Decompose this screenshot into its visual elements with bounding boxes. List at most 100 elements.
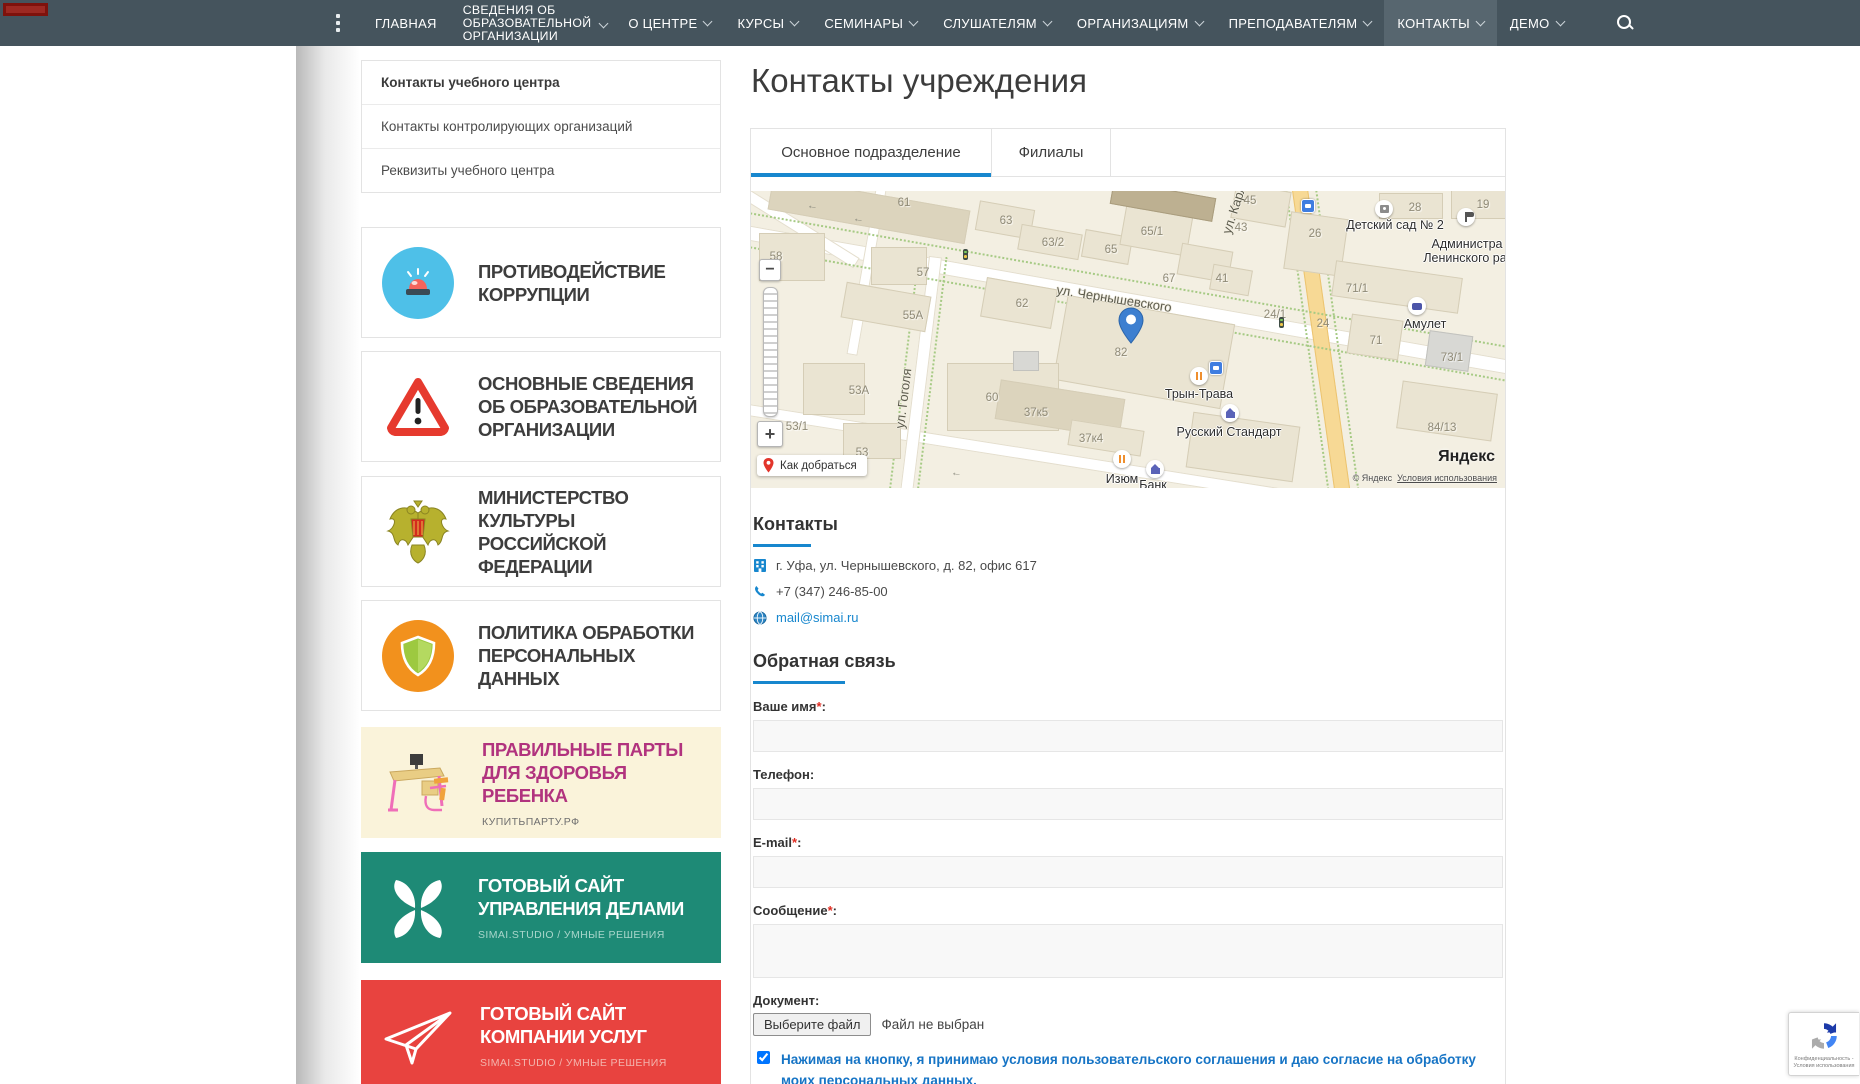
nav-item-demo[interactable]: ДЕМО — [1497, 0, 1577, 46]
page-title: Контакты учреждения — [751, 62, 1087, 100]
map-building-number: 53A — [849, 385, 869, 397]
siren-icon — [382, 247, 454, 319]
sidebar: Контакты учебного центра Контакты контро… — [361, 60, 721, 1084]
phone-input[interactable] — [753, 788, 1503, 820]
choose-file-button[interactable]: Выберите файл — [753, 1013, 871, 1036]
page: ГЛАВНАЯ СВЕДЕНИЯ ОБ ОБРАЗОВАТЕЛЬНОЙ ОРГА… — [0, 0, 1860, 1084]
globe-icon — [753, 611, 767, 625]
nav-item-svedeniya[interactable]: СВЕДЕНИЯ ОБ ОБРАЗОВАТЕЛЬНОЙ ОРГАНИЗАЦИИ — [450, 0, 616, 46]
nav-items: ГЛАВНАЯ СВЕДЕНИЯ ОБ ОБРАЗОВАТЕЛЬНОЙ ОРГА… — [362, 0, 1577, 46]
map-building-number: 55A — [903, 310, 923, 322]
kebab-menu-icon[interactable] — [336, 14, 340, 32]
name-label: Ваше имя*: — [753, 699, 1503, 714]
yandex-logo[interactable]: Яндекс — [1438, 448, 1495, 466]
map-building-number: 57 — [917, 267, 930, 279]
tab-main-division[interactable]: Основное подразделение — [751, 129, 992, 176]
restaurant-icon — [1190, 367, 1208, 385]
red-pin-icon — [763, 458, 774, 473]
map-building-number: 41 — [1216, 273, 1229, 285]
content-box: Основное подразделение Филиалы — [750, 128, 1506, 1084]
restaurant-icon — [1113, 450, 1131, 468]
document-label: Документ: — [753, 993, 1503, 1008]
desk-illustration — [382, 747, 458, 819]
map-building — [843, 423, 901, 459]
map-building — [1425, 330, 1474, 372]
transit-stop-icon — [1301, 199, 1315, 213]
oneway-arrow: ← — [806, 199, 819, 213]
transit-stop-icon — [1209, 361, 1223, 375]
banner-basic-info[interactable]: ОСНОВНЫЕ СВЕДЕНИЯ ОБ ОБРАЗОВАТЕЛЬНОЙ ОРГ… — [361, 351, 721, 462]
chevron-down-icon — [1363, 17, 1373, 27]
email-link[interactable]: mail@simai.ru — [776, 610, 859, 625]
terms-link[interactable]: Условия использования — [1397, 473, 1497, 483]
map-building-number: 37к4 — [1079, 433, 1103, 445]
map-building-number: 62 — [1016, 298, 1029, 310]
name-input[interactable] — [753, 720, 1503, 752]
directions-button[interactable]: Как добраться — [757, 455, 867, 476]
chevron-down-icon — [790, 17, 800, 27]
map-attribution: © Яндекс Условия использования — [1353, 473, 1497, 483]
phone-row: +7 (347) 246-85-00 — [753, 584, 1503, 599]
shield-icon — [382, 620, 454, 692]
nav-item-prepodavatelyam[interactable]: ПРЕПОДАВАТЕЛЯМ — [1216, 0, 1385, 46]
zoom-slider[interactable] — [763, 287, 778, 417]
email-row: mail@simai.ru — [753, 610, 1503, 625]
sidebar-item-requisites[interactable]: Реквизиты учебного центра — [362, 149, 720, 192]
nav-item-kontakty[interactable]: КОНТАКТЫ — [1384, 0, 1497, 46]
nav-item-organizaciyam[interactable]: ОРГАНИЗАЦИЯМ — [1064, 0, 1216, 46]
recaptcha-badge[interactable]: Конфиденциальность - Условия использован… — [1788, 1012, 1859, 1076]
sidebar-menu: Контакты учебного центра Контакты контро… — [361, 60, 721, 193]
paper-plane-icon — [382, 1000, 456, 1072]
address-row: г. Уфа, ул. Чернышевского, д. 82, офис 6… — [753, 558, 1503, 573]
chevron-down-icon — [599, 19, 609, 29]
poi-label: Амулет — [1404, 317, 1447, 331]
nav-item-kursy[interactable]: КУРСЫ — [724, 0, 811, 46]
map-building-number: 67 — [1163, 273, 1176, 285]
oneway-arrow: ← — [852, 212, 865, 226]
map-building-number: 71 — [1370, 335, 1383, 347]
poi-label: Банк — [1139, 478, 1167, 488]
kindergarten-icon — [1375, 200, 1393, 218]
heading-underline — [753, 681, 845, 684]
poi-label: Русский Стандарт — [1177, 425, 1282, 439]
map-building-number: 45 — [1244, 195, 1257, 207]
chevron-down-icon — [703, 17, 713, 27]
map-building-number: 63 — [1000, 215, 1013, 227]
heading-underline — [753, 544, 811, 547]
banner-site-affairs[interactable]: ГОТОВЫЙ САЙТ УПРАВЛЕНИЯ ДЕЛАМИ SIMAI.STU… — [361, 852, 721, 963]
banner-anticorruption[interactable]: ПРОТИВОДЕЙСТВИЕ КОРРУПЦИИ — [361, 227, 721, 338]
tab-branches[interactable]: Филиалы — [992, 129, 1111, 176]
page-left-shadow — [296, 46, 360, 1084]
yandex-map[interactable]: ул. Чернышевского ул. Гоголя ул. Карла М… — [751, 191, 1505, 488]
sidebar-item-contacts-center[interactable]: Контакты учебного центра — [362, 61, 720, 105]
nav-item-slushatelyam[interactable]: СЛУШАТЕЛЯМ — [930, 0, 1064, 46]
banner-ministry-culture[interactable]: МИНИСТЕРСТВО КУЛЬТУРЫ РОССИЙСКОЙ ФЕДЕРАЦ… — [361, 476, 721, 587]
nav-item-main[interactable]: ГЛАВНАЯ — [362, 0, 450, 46]
sidebar-item-contacts-orgs[interactable]: Контакты контролирующих организаций — [362, 105, 720, 149]
map-building-number: 19 — [1477, 199, 1490, 211]
top-navbar: ГЛАВНАЯ СВЕДЕНИЯ ОБ ОБРАЗОВАТЕЛЬНОЙ ОРГА… — [0, 0, 1860, 46]
message-label: Сообщение*: — [753, 903, 1503, 918]
tabs: Основное подразделение Филиалы — [751, 129, 1505, 177]
search-icon[interactable] — [1615, 13, 1635, 33]
consent-checkbox[interactable] — [757, 1051, 770, 1064]
phone-label: Телефон: — [753, 767, 1503, 782]
feedback-heading: Обратная связь — [753, 651, 1503, 672]
poi-label: Трын-Трава — [1165, 387, 1233, 401]
nav-item-o-centre[interactable]: О ЦЕНТРЕ — [615, 0, 724, 46]
banner-desks[interactable]: ПРАВИЛЬНЫЕ ПАРТЫ ДЛЯ ЗДОРОВЬЯ РЕБЕНКА КУ… — [361, 727, 721, 838]
traffic-light-icon — [1279, 317, 1284, 328]
file-status: Файл не выбран — [881, 1017, 984, 1032]
email-input[interactable] — [753, 856, 1503, 888]
contacts-section: Контакты г. Уфа, ул. Чернышевского, д. 8… — [751, 514, 1505, 1084]
poi-label: Детский сад № 2 — [1346, 218, 1444, 232]
banner-site-services[interactable]: ГОТОВЫЙ САЙТ КОМПАНИИ УСЛУГ SIMAI.STUDIO… — [361, 980, 721, 1084]
nav-item-seminary[interactable]: СЕМИНАРЫ — [811, 0, 930, 46]
message-textarea[interactable] — [753, 924, 1503, 978]
map-placemark-icon — [1117, 307, 1145, 350]
banner-personal-data-policy[interactable]: ПОЛИТИКА ОБРАБОТКИ ПЕРСОНАЛЬНЫХ ДАННЫХ — [361, 600, 721, 711]
warning-triangle-icon — [382, 371, 454, 443]
zoom-in-button[interactable]: + — [757, 421, 783, 447]
map-building-number: 61 — [898, 197, 911, 209]
zoom-out-button[interactable]: − — [759, 259, 781, 281]
